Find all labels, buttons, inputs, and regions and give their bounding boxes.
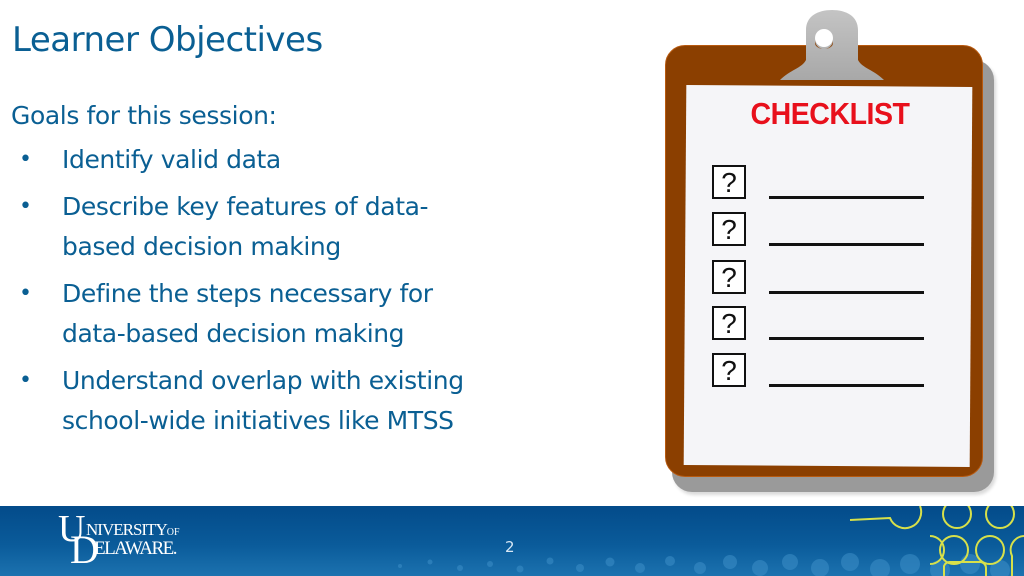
question-box-icon: ? <box>712 306 746 340</box>
checklist-item: ? <box>712 212 927 248</box>
blank-line <box>769 384 924 387</box>
goal-text-line: Describe key features of data- <box>62 192 429 221</box>
goal-item: • Identify valid data <box>11 140 571 180</box>
clipboard-clip-icon <box>780 10 884 80</box>
logo-of: OF <box>166 527 180 538</box>
slide-body: Goals for this session: • Identify valid… <box>11 96 571 448</box>
bullet-icon: • <box>19 194 32 219</box>
bullet-icon: • <box>19 281 32 306</box>
slide: Learner Objectives Goals for this sessio… <box>0 0 1024 576</box>
goal-text-line: data-based decision making <box>62 319 405 348</box>
question-box-icon: ? <box>712 165 746 199</box>
logo-line2: ELAWARE. <box>94 538 178 559</box>
blank-line <box>769 196 924 199</box>
blank-line <box>769 337 924 340</box>
question-box-icon: ? <box>712 212 746 246</box>
goal-text-line: school-wide initiatives like MTSS <box>62 406 454 435</box>
bullet-icon: • <box>19 147 32 172</box>
slide-title: Learner Objectives <box>12 20 323 60</box>
goal-text-line: Define the steps necessary for <box>62 279 433 308</box>
checklist-item: ? <box>712 165 927 201</box>
bullet-icon: • <box>19 368 32 393</box>
question-box-icon: ? <box>712 353 746 387</box>
goal-item: • Understand overlap with existing schoo… <box>11 361 571 441</box>
goals-intro: Goals for this session: <box>11 101 277 130</box>
logo-line1: NIVERSITYOF <box>86 520 180 540</box>
footer-band: U NIVERSITYOF D ELAWARE. 2 <box>0 506 1024 576</box>
goal-text-line: based decision making <box>62 232 341 261</box>
page-number: 2 <box>505 538 515 556</box>
question-box-icon: ? <box>712 260 746 294</box>
blank-line <box>769 291 924 294</box>
clipboard-illustration: CHECKLIST ? ? ? ? ? <box>660 10 1000 495</box>
goal-item: • Describe key features of data- based d… <box>11 187 571 267</box>
goal-text-line: Understand overlap with existing <box>62 366 464 395</box>
university-of-delaware-logo: U NIVERSITYOF D ELAWARE. <box>58 510 198 570</box>
checklist-heading: CHECKLIST <box>750 96 910 131</box>
goal-text: Identify valid data <box>62 145 281 174</box>
goals-list: • Identify valid data • Describe key fea… <box>11 140 571 441</box>
checklist-item: ? <box>712 306 927 342</box>
checklist-item: ? <box>712 260 927 296</box>
checklist-item: ? <box>712 353 927 389</box>
blank-line <box>769 243 924 246</box>
goal-item: • Define the steps necessary for data-ba… <box>11 274 571 354</box>
